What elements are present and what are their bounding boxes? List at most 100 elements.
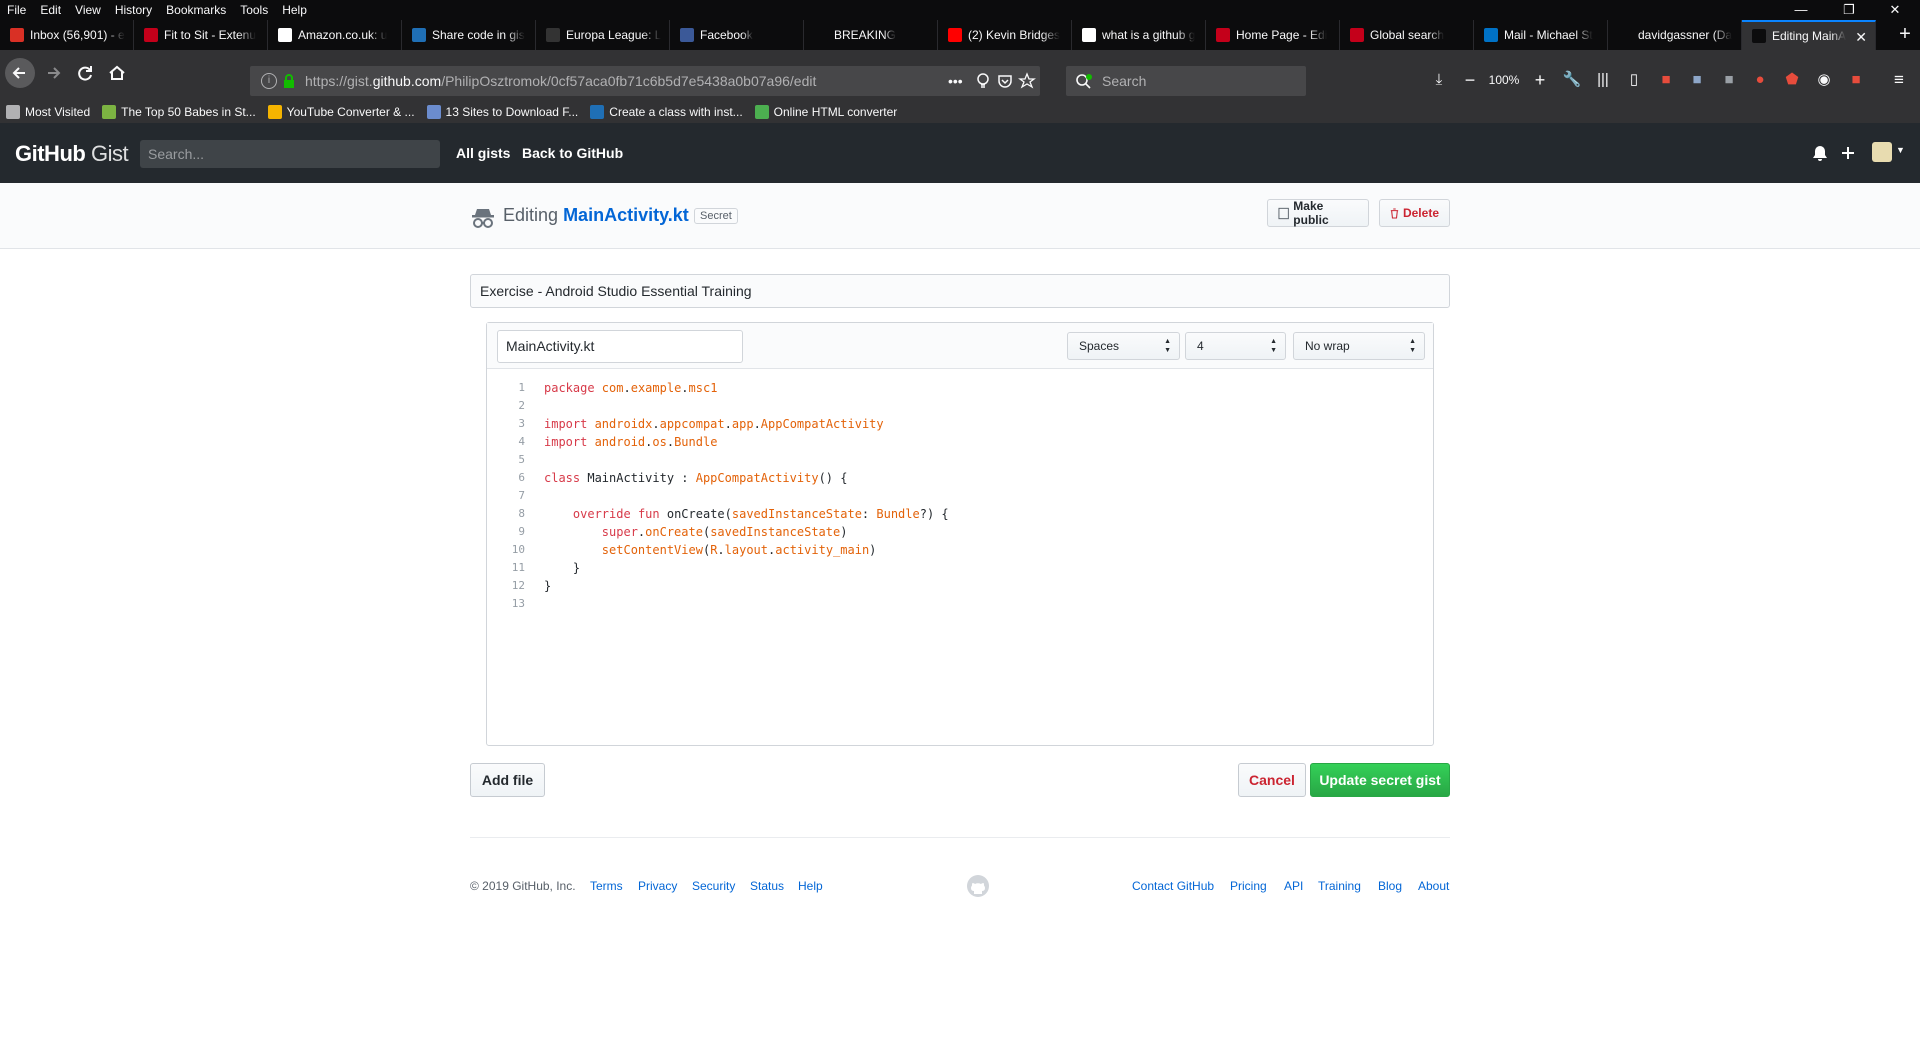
converter-icon — [267, 105, 282, 119]
browser-tab[interactable]: Mail - Michael St — [1474, 20, 1608, 50]
forward-button[interactable] — [38, 58, 68, 88]
bookmark-flag-icon — [1350, 28, 1364, 42]
bell-icon[interactable] — [1812, 144, 1828, 162]
browser-tab[interactable]: Inbox (56,901) - e — [0, 20, 134, 50]
browser-tab[interactable]: Europa League: L — [536, 20, 670, 50]
code-text: import androidx.appcompat.app.AppCompatA… — [525, 415, 884, 433]
close-window-button[interactable]: ✕ — [1872, 0, 1918, 20]
delete-button[interactable]: Delete — [1379, 199, 1450, 227]
gist-filename-link[interactable]: MainActivity.kt — [563, 205, 689, 225]
indent-size-select[interactable]: 4 ▲ ▼ — [1185, 332, 1286, 360]
close-tab-icon[interactable]: ✕ — [1855, 29, 1867, 46]
extension-screenshot-icon[interactable]: ■ — [1686, 69, 1708, 91]
account-icon[interactable]: ◉ — [1813, 69, 1835, 91]
menu-view[interactable]: View — [68, 0, 108, 20]
browser-tab[interactable]: BREAKING — [804, 20, 938, 50]
extension-m-icon[interactable]: ■ — [1845, 69, 1867, 91]
browser-tab[interactable]: davidgassner (Da — [1608, 20, 1742, 50]
footer-link-terms[interactable]: Terms — [590, 879, 623, 893]
wrench-icon[interactable]: 🔧 — [1561, 69, 1583, 91]
downloads-icon[interactable]: ⤓ — [1428, 69, 1450, 91]
extension-red-icon[interactable]: ■ — [1655, 69, 1677, 91]
browser-tab[interactable]: Amazon.co.uk: u — [268, 20, 402, 50]
info-icon[interactable]: i — [261, 73, 277, 89]
zoom-in-icon[interactable]: + — [1529, 69, 1551, 91]
footer-link-about[interactable]: About — [1418, 879, 1449, 893]
menu-file[interactable]: File — [0, 0, 33, 20]
gist-logo[interactable]: GitHub Gist — [15, 141, 129, 167]
page-actions-icon[interactable]: ••• — [948, 73, 963, 89]
browser-tab[interactable]: Share code in gis — [402, 20, 536, 50]
bookmark-item[interactable]: The Top 50 Babes in St... — [96, 101, 262, 123]
menu-help[interactable]: Help — [275, 0, 314, 20]
tab-label: Mail - Michael St — [1504, 28, 1593, 42]
back-button[interactable] — [5, 58, 35, 88]
pocket-icon[interactable] — [996, 72, 1014, 90]
indent-mode-select[interactable]: Spaces ▲ ▼ — [1067, 332, 1180, 360]
browser-tab[interactable]: Fit to Sit - Extenu — [134, 20, 268, 50]
home-button[interactable] — [102, 58, 132, 88]
bookmark-item[interactable]: 13 Sites to Download F... — [421, 101, 585, 123]
lightbulb-icon[interactable] — [974, 72, 992, 90]
reload-button[interactable] — [70, 58, 100, 88]
bookmark-item[interactable]: Create a class with inst... — [584, 101, 748, 123]
code-token: app — [731, 417, 754, 431]
extension-record-icon[interactable]: ● — [1749, 69, 1771, 91]
code-token: savedInstanceState — [710, 525, 841, 539]
menu-history[interactable]: History — [108, 0, 159, 20]
browser-tab[interactable]: what is a github g — [1072, 20, 1206, 50]
zoom-level[interactable]: 100% — [1484, 69, 1524, 91]
update-secret-gist-button[interactable]: Update secret gist — [1310, 763, 1450, 797]
gist-search-input[interactable]: Search... — [140, 140, 440, 168]
code-editor[interactable]: 1 package com.example.msc1 2 3 import androi… — [487, 379, 1433, 613]
bookmark-item[interactable]: Most Visited — [0, 101, 96, 123]
footer-link-privacy[interactable]: Privacy — [638, 879, 677, 893]
footer-link-pricing[interactable]: Pricing — [1230, 879, 1267, 893]
add-file-button[interactable]: Add file — [470, 763, 545, 797]
footer-link-help[interactable]: Help — [798, 879, 823, 893]
select-arrows-icon: ▲ ▼ — [1409, 338, 1416, 354]
browser-tab[interactable]: Editing MainA ✕ — [1742, 20, 1876, 50]
footer-link-blog[interactable]: Blog — [1378, 879, 1402, 893]
footer-link-api[interactable]: API — [1284, 879, 1303, 893]
cancel-button[interactable]: Cancel — [1238, 763, 1306, 797]
tab-strip: Inbox (56,901) - e Fit to Sit - Extenu Ama… — [0, 20, 1920, 50]
code-token: . — [753, 417, 761, 431]
menu-tools[interactable]: Tools — [233, 0, 275, 20]
github-mark-icon[interactable] — [966, 874, 990, 898]
bookmark-item[interactable]: Online HTML converter — [749, 101, 904, 123]
star-icon[interactable] — [1018, 72, 1036, 90]
gist-description-input[interactable]: Exercise - Android Studio Essential Trai… — [470, 274, 1450, 308]
search-bar[interactable]: Search — [1066, 66, 1306, 96]
avatar[interactable] — [1872, 142, 1892, 162]
address-bar[interactable]: i https://gist. github.com/PhilipOsztromo… — [250, 66, 1040, 96]
menu-edit[interactable]: Edit — [33, 0, 68, 20]
plus-icon[interactable] — [1840, 144, 1856, 162]
browser-tab[interactable]: Global search — [1340, 20, 1474, 50]
back-to-github-link[interactable]: Back to GitHub — [522, 145, 623, 161]
filename-input[interactable]: MainActivity.kt — [497, 330, 743, 363]
footer-link-contact[interactable]: Contact GitHub — [1132, 879, 1214, 893]
tab-label: Facebook — [700, 28, 753, 42]
wrap-mode-select[interactable]: No wrap ▲ ▼ — [1293, 332, 1425, 360]
browser-tab[interactable]: Facebook — [670, 20, 804, 50]
footer-link-security[interactable]: Security — [692, 879, 735, 893]
library-icon[interactable]: ||| — [1592, 69, 1614, 91]
zoom-out-icon[interactable]: − — [1459, 69, 1481, 91]
chevron-down-icon[interactable]: ▼ — [1896, 145, 1905, 155]
restore-button[interactable]: ❐ — [1826, 0, 1872, 20]
new-tab-button[interactable]: + — [1890, 20, 1920, 50]
all-gists-link[interactable]: All gists — [456, 145, 510, 161]
browser-tab[interactable]: (2) Kevin Bridges — [938, 20, 1072, 50]
footer-link-status[interactable]: Status — [750, 879, 784, 893]
footer-link-training[interactable]: Training — [1318, 879, 1361, 893]
extension-gray-icon[interactable]: ■ — [1718, 69, 1740, 91]
browser-tab[interactable]: Home Page - Edi — [1206, 20, 1340, 50]
extension-shield-icon[interactable]: ⬟ — [1781, 69, 1803, 91]
hamburger-menu-icon[interactable]: ≡ — [1888, 69, 1910, 91]
minimize-button[interactable]: — — [1778, 0, 1824, 20]
sidebar-icon[interactable]: ▯ — [1623, 69, 1645, 91]
menu-bookmarks[interactable]: Bookmarks — [159, 0, 233, 20]
bookmark-item[interactable]: YouTube Converter & ... — [262, 101, 421, 123]
make-public-button[interactable]: Make public — [1267, 199, 1369, 227]
